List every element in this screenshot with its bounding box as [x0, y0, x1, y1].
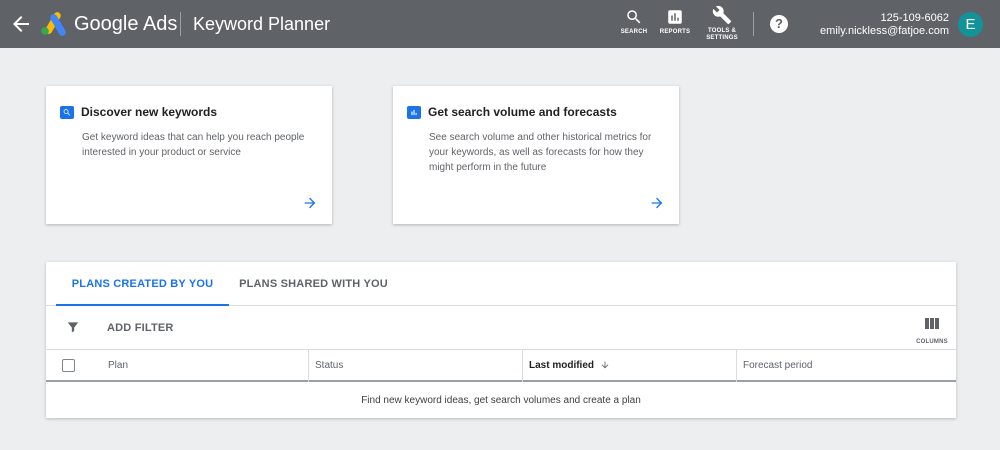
search-label: SEARCH: [620, 29, 648, 35]
header-divider: [180, 12, 181, 36]
account-email: emily.nickless@fatjoe.com: [820, 25, 949, 37]
tab-plans-created-by-you[interactable]: PLANS CREATED BY YOU: [56, 262, 229, 306]
account-info[interactable]: 125-109-6062 emily.nickless@fatjoe.com: [820, 12, 949, 38]
help-icon[interactable]: ?: [770, 15, 788, 33]
search-icon: [60, 106, 74, 119]
column-header-status[interactable]: Status: [308, 350, 522, 382]
add-filter-button[interactable]: ADD FILTER: [107, 321, 174, 335]
reports-label: REPORTS: [659, 29, 691, 35]
wrench-icon: [712, 5, 732, 25]
last-modified-header-label: Last modified: [529, 360, 595, 371]
select-all-checkbox[interactable]: [62, 359, 75, 372]
plans-tabs: PLANS CREATED BY YOU PLANS SHARED WITH Y…: [46, 262, 956, 306]
tools-label-line1: TOOLS &: [708, 28, 736, 34]
card-description: See search volume and other historical m…: [429, 132, 652, 173]
reports-button[interactable]: REPORTS: [653, 8, 697, 42]
card-description: Get keyword ideas that can help you reac…: [82, 132, 305, 158]
card-title: Discover new keywords: [81, 105, 218, 119]
tools-label-line2: SETTINGS: [706, 35, 738, 41]
empty-state-message: Find new keyword ideas, get search volum…: [361, 395, 641, 406]
page-title: Keyword Planner: [193, 14, 331, 34]
search-volume-forecasts-card[interactable]: Get search volume and forecasts See sear…: [393, 86, 679, 224]
reports-icon: [668, 10, 682, 24]
plans-panel: PLANS CREATED BY YOU PLANS SHARED WITH Y…: [46, 262, 956, 418]
columns-label: COLUMNS: [916, 339, 948, 345]
arrow-down-icon: [601, 362, 609, 369]
filter-icon[interactable]: [66, 320, 80, 334]
tab-plans-shared-with-you[interactable]: PLANS SHARED WITH YOU: [236, 262, 391, 306]
table-header: Plan Status Last modified Forecast perio…: [46, 350, 956, 382]
search-icon: [627, 10, 641, 24]
tools-settings-button[interactable]: TOOLS & SETTINGS: [700, 5, 744, 41]
google-ads-logo-icon: [40, 12, 66, 36]
back-arrow-icon[interactable]: [9, 12, 33, 36]
header-divider-right: [753, 12, 754, 36]
arrow-right-icon[interactable]: [302, 195, 318, 211]
column-header-last-modified[interactable]: Last modified: [522, 350, 736, 382]
discover-keywords-card[interactable]: Discover new keywords Get keyword ideas …: [46, 86, 332, 224]
avatar[interactable]: E: [958, 12, 983, 37]
account-id: 125-109-6062: [880, 12, 949, 24]
top-app-bar: Google Ads Keyword Planner SEARCH REPORT…: [0, 0, 1000, 48]
search-button[interactable]: SEARCH: [612, 8, 656, 42]
status-header-label: Status: [315, 360, 344, 371]
columns-icon: [925, 318, 939, 329]
column-header-forecast-period[interactable]: Forecast period: [736, 350, 956, 382]
brand-name: Google Ads: [74, 13, 178, 35]
column-header-plan[interactable]: Plan: [108, 350, 128, 382]
arrow-right-icon[interactable]: [649, 195, 665, 211]
card-title: Get search volume and forecasts: [428, 105, 617, 119]
forecast-header-label: Forecast period: [743, 360, 813, 371]
filter-bar: ADD FILTER COLUMNS: [46, 306, 956, 350]
bar-chart-icon: [407, 106, 421, 119]
columns-button[interactable]: COLUMNS: [916, 316, 948, 346]
